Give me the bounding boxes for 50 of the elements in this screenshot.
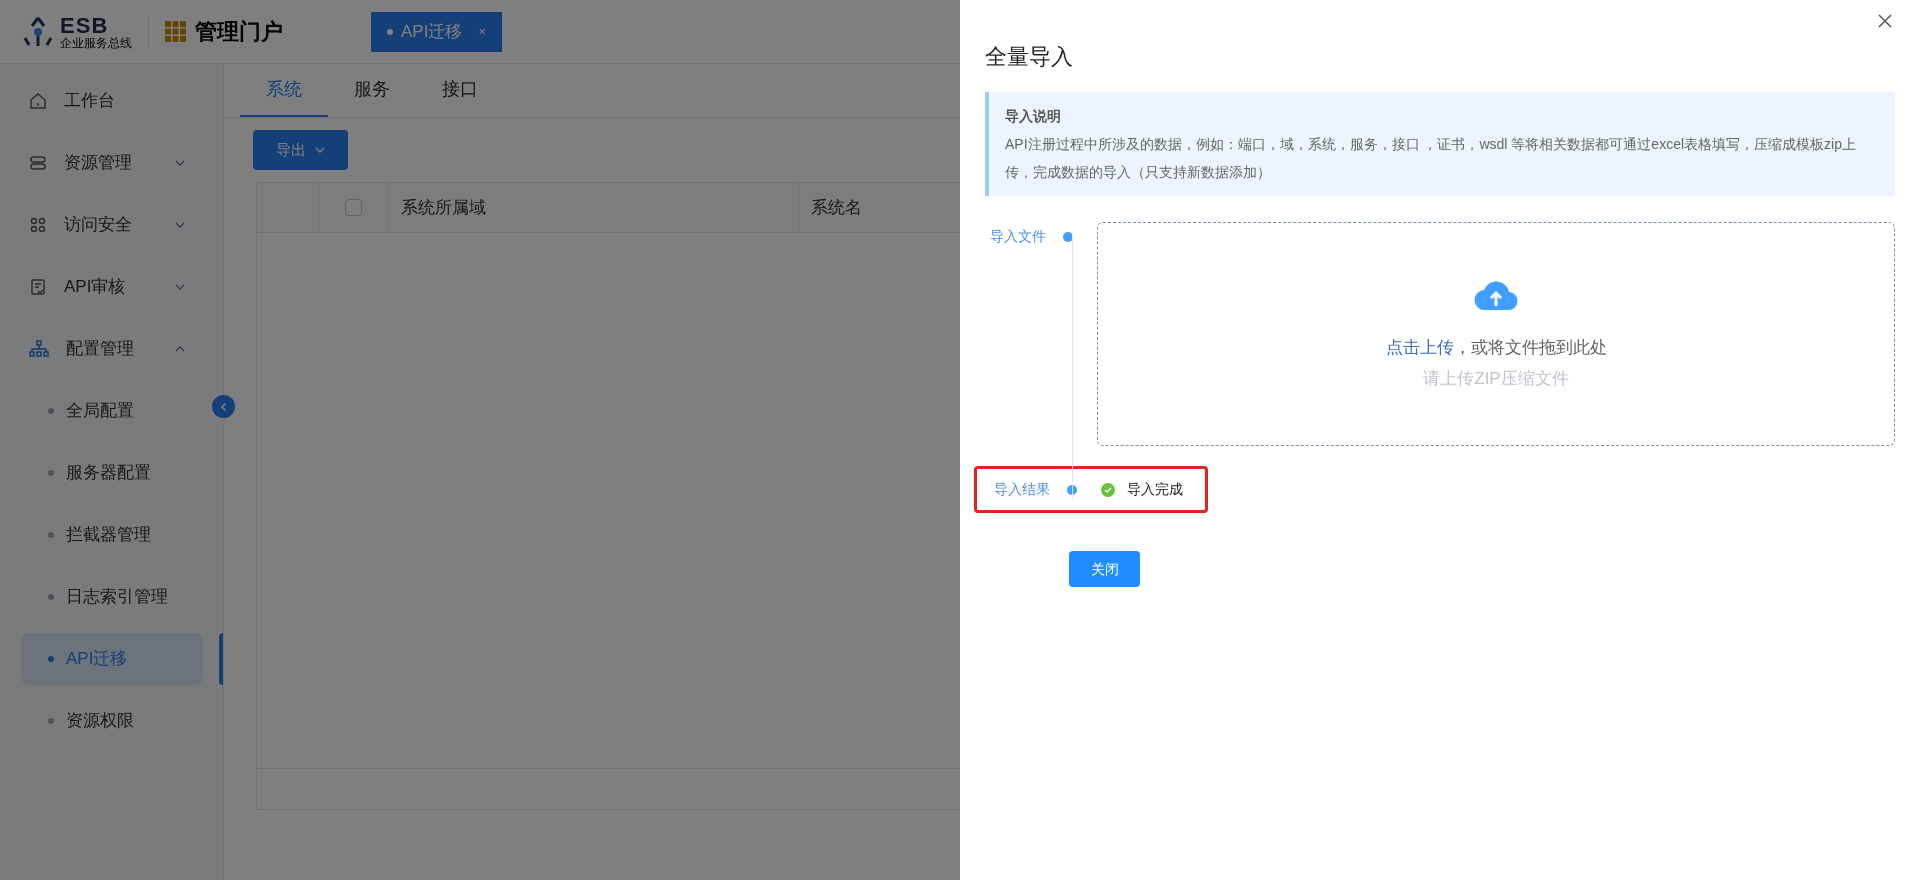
- export-button[interactable]: 导出: [253, 130, 348, 170]
- step-label: 导入文件: [989, 227, 1047, 246]
- grid-icon: [28, 215, 48, 235]
- menu-item[interactable]: API审核: [0, 256, 223, 318]
- menu-item[interactable]: 配置管理: [0, 318, 223, 380]
- submenu-item[interactable]: 服务器配置: [21, 447, 203, 499]
- step-label: 导入结果: [993, 480, 1051, 499]
- grid-icon: [165, 20, 187, 43]
- menu-item[interactable]: 资源管理: [0, 132, 223, 194]
- notice-text: API注册过程中所涉及的数据，例如：端口，域，系统，服务，接口 ，证书，wsdl 等将相关数据都可通过excel表格填写，压缩成模板zip上传，完成数据的导入（只支持新数据添加）: [1005, 135, 1857, 182]
- page-tab-label: API迁移: [401, 20, 463, 43]
- menu-label: 配置管理: [66, 338, 134, 361]
- content-tab[interactable]: 服务: [328, 76, 416, 117]
- upload-tip: 请上传ZIP压缩文件: [1423, 368, 1569, 390]
- upload-instruction: 点击上传，或将文件拖到此处: [1385, 336, 1607, 359]
- logo-subtitle: 企业服务总线: [60, 36, 132, 49]
- tab-close[interactable]: ×: [478, 21, 486, 42]
- app-title: 管理门户: [195, 18, 283, 46]
- upload-area[interactable]: 点击上传，或将文件拖到此处 请上传ZIP压缩文件: [1097, 222, 1895, 446]
- submenu-item[interactable]: 拦截器管理: [21, 509, 203, 561]
- active-indicator: [219, 633, 223, 685]
- home-icon: [28, 91, 48, 111]
- result-text: 导入完成: [1127, 480, 1183, 499]
- close-icon[interactable]: [1877, 13, 1893, 29]
- logo-title: ESB: [60, 14, 109, 37]
- content-tab[interactable]: 接口: [416, 76, 504, 117]
- drawer-title: 全量导入: [985, 43, 1074, 71]
- submenu-item[interactable]: 全局配置: [21, 385, 203, 437]
- menu-label: API审核: [64, 276, 126, 299]
- column-header: 系统名: [810, 196, 863, 219]
- submenu-item[interactable]: 日志索引管理: [21, 571, 203, 623]
- submenu-item[interactable]: API迁移: [21, 633, 203, 685]
- select-all-checkbox[interactable]: [345, 199, 362, 216]
- column-header: 系统所属域: [389, 183, 799, 232]
- submenu-item[interactable]: 资源权限: [21, 695, 203, 747]
- content-tab[interactable]: 系统: [240, 76, 328, 117]
- sitemap-icon: [28, 339, 50, 359]
- close-button[interactable]: 关闭: [1069, 551, 1140, 587]
- notice-title: 导入说明: [1005, 107, 1062, 126]
- menu-item[interactable]: 访问安全: [0, 194, 223, 256]
- menu-label: 资源管理: [64, 152, 132, 175]
- server-icon: [28, 153, 48, 173]
- page-tab[interactable]: API迁移 ×: [371, 11, 502, 52]
- document-check-icon: [28, 277, 48, 297]
- collapse-button[interactable]: [212, 395, 235, 418]
- menu-label: 访问安全: [64, 214, 132, 237]
- menu-item[interactable]: 工作台: [0, 70, 223, 132]
- menu-label: 工作台: [64, 90, 115, 113]
- upload-link[interactable]: 点击上传: [1385, 337, 1454, 357]
- chevron-left-icon: [218, 401, 229, 412]
